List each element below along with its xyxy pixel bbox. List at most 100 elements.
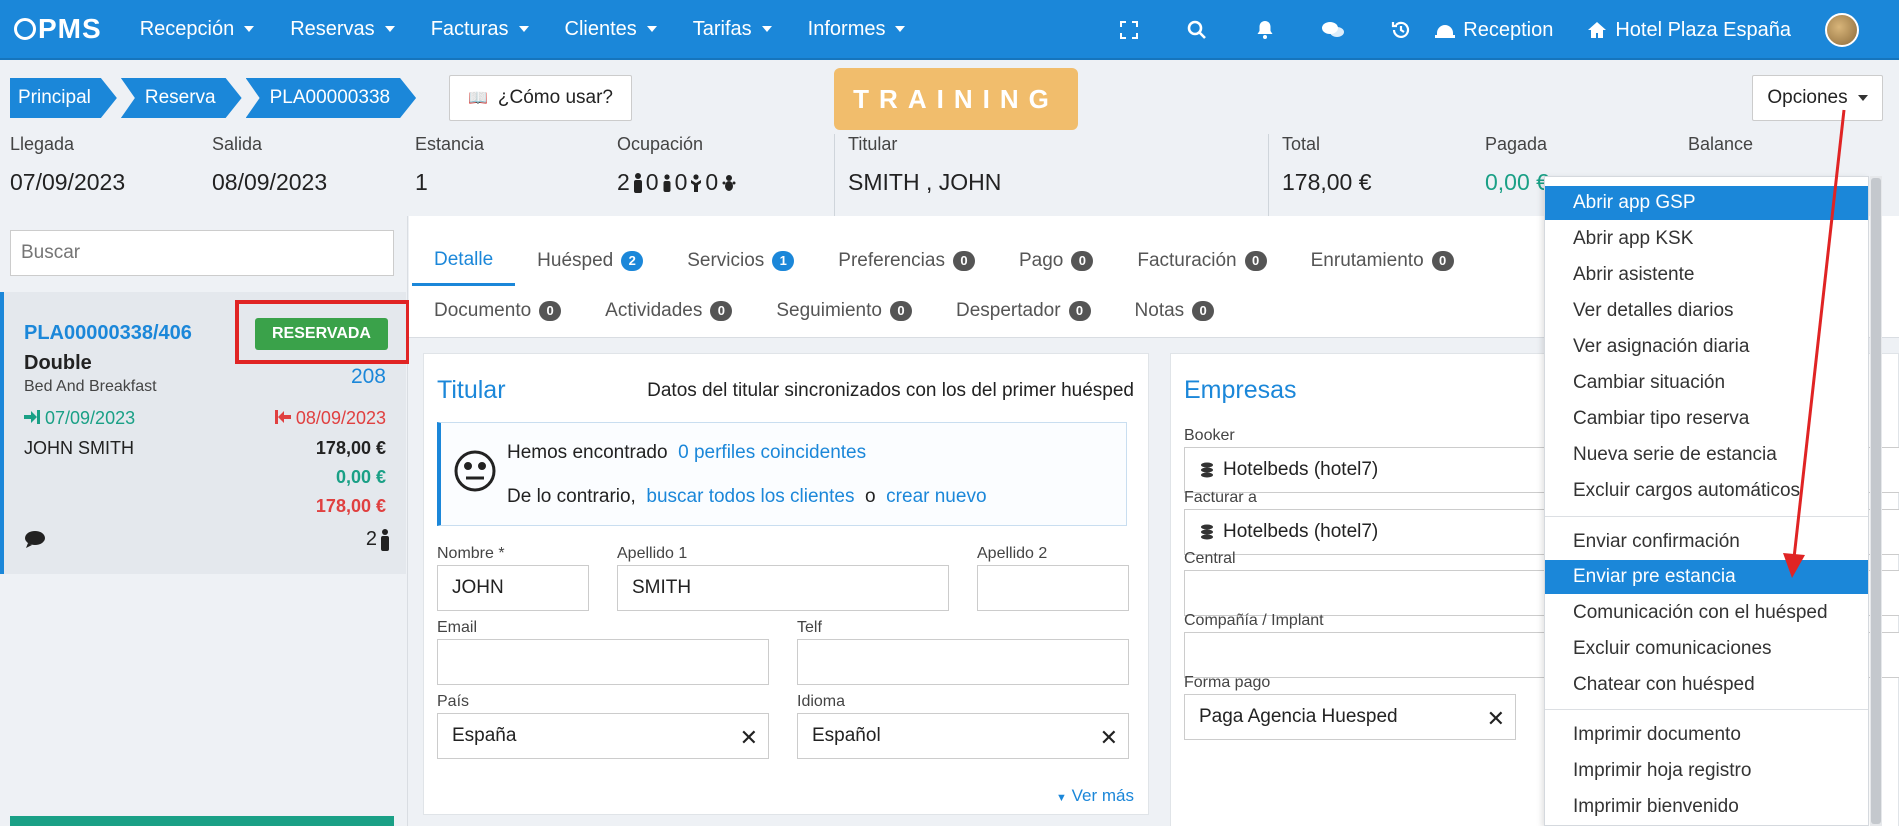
tab-preferencias[interactable]: Preferencias 0: [816, 236, 997, 286]
neutral-face-icon: [454, 450, 496, 492]
fullscreen-icon[interactable]: [1095, 0, 1163, 60]
search-icon[interactable]: [1163, 0, 1231, 60]
tab-count-badge: 0: [1244, 251, 1267, 271]
apellido2-label: Apellido 2: [977, 545, 1048, 562]
menu-recepcion[interactable]: Recepción: [140, 18, 255, 41]
menu-reservas[interactable]: Reservas: [290, 18, 395, 41]
summary-estancia: Estancia 1: [415, 134, 485, 195]
reservation-code[interactable]: PLA00000338/406: [24, 322, 192, 345]
matching-profiles-notice: Hemos encontrado 0 perfiles coincidentes…: [437, 422, 1127, 526]
apellido1-field[interactable]: SMITH: [617, 565, 949, 611]
tab-huesped[interactable]: Huésped 2: [515, 236, 665, 286]
tab-count-badge: 2: [621, 251, 644, 271]
options-button[interactable]: Opciones: [1752, 75, 1883, 121]
breadcrumb-reserva[interactable]: Reserva: [121, 78, 242, 118]
bottom-action-bar[interactable]: [10, 816, 394, 826]
bell-icon[interactable]: [1231, 0, 1299, 60]
menu-item-ver-detalles-diarios[interactable]: Ver detalles diarios: [1545, 294, 1868, 328]
tab-pago[interactable]: Pago 0: [997, 236, 1115, 286]
chat-icon[interactable]: [1299, 0, 1367, 60]
menu-item-cambiar-tipo-reserva[interactable]: Cambiar tipo reserva: [1545, 402, 1868, 436]
tab-servicios[interactable]: Servicios 1: [665, 236, 816, 286]
tab-count-badge: 0: [539, 301, 562, 321]
tab-detalle[interactable]: Detalle: [412, 236, 516, 286]
menu-item-chatear-huesped[interactable]: Chatear con huésped: [1545, 668, 1868, 702]
pais-select[interactable]: España ✕: [437, 713, 769, 759]
hotel-selector[interactable]: Hotel Plaza España: [1587, 19, 1791, 42]
search-input[interactable]: [10, 230, 394, 276]
history-icon[interactable]: [1367, 0, 1435, 60]
sign-out-icon: [274, 410, 291, 424]
nombre-field[interactable]: JOHN: [437, 565, 589, 611]
apellido2-field[interactable]: [977, 565, 1129, 611]
menu-item-enviar-confirmacion[interactable]: Enviar confirmación: [1545, 525, 1868, 559]
menu-item-ver-asignacion-diaria[interactable]: Ver asignación diaria: [1545, 330, 1868, 364]
create-new-link[interactable]: crear nuevo: [886, 486, 986, 507]
menu-item-enviar-pre-estancia[interactable]: Enviar pre estancia: [1545, 560, 1868, 594]
menu-tarifas[interactable]: Tarifas: [693, 18, 772, 41]
clear-icon[interactable]: ✕: [1100, 725, 1118, 751]
caret-down-icon: [646, 26, 657, 32]
menu-item-excluir-comunicaciones[interactable]: Excluir comunicaciones: [1545, 632, 1868, 666]
menu-item-comunicacion-huesped[interactable]: Comunicación con el huésped: [1545, 596, 1868, 630]
reservation-card[interactable]: PLA00000338/406 RESERVADA Double 208 Bed…: [0, 292, 410, 574]
summary-separator: [1268, 134, 1269, 216]
summary-salida: Salida 08/09/2023: [212, 134, 328, 195]
breadcrumb-reservation-code[interactable]: PLA00000338: [246, 78, 416, 118]
menu-facturas[interactable]: Facturas: [431, 18, 529, 41]
tab-count-badge: 0: [889, 301, 912, 321]
matching-profiles-link[interactable]: 0 perfiles coincidentes: [678, 442, 866, 463]
tab-facturacion[interactable]: Facturación 0: [1115, 236, 1288, 286]
baby-icon: [722, 174, 736, 191]
dropdown-scroll-thumb[interactable]: [1871, 178, 1881, 824]
guest-name: JOHN SMITH: [24, 438, 134, 458]
menu-item-imprimir-bienvenido[interactable]: Imprimir bienvenido: [1545, 790, 1868, 824]
child-icon: [691, 173, 702, 192]
tab-count-badge: 0: [710, 301, 733, 321]
tab-enrutamiento[interactable]: Enrutamiento 0: [1289, 236, 1476, 286]
empresas-title: Empresas: [1184, 376, 1297, 404]
menu-item-abrir-asistente[interactable]: Abrir asistente: [1545, 258, 1868, 292]
telf-field[interactable]: [797, 639, 1129, 685]
search-all-clients-link[interactable]: buscar todos los clientes: [646, 486, 854, 507]
idioma-select[interactable]: Español ✕: [797, 713, 1129, 759]
how-to-use-button[interactable]: 📖 ¿Cómo usar?: [449, 75, 632, 121]
amount-paid: 0,00 €: [335, 467, 386, 487]
tab-actividades[interactable]: Actividades 0: [583, 286, 754, 336]
menu-item-imprimir-hoja-registro[interactable]: Imprimir hoja registro: [1545, 754, 1868, 788]
clear-icon[interactable]: ✕: [740, 725, 758, 751]
menu-divider: [1545, 516, 1868, 517]
email-field[interactable]: [437, 639, 769, 685]
pms-logo[interactable]: PMS: [14, 13, 102, 45]
menu-item-excluir-cargos[interactable]: Excluir cargos automáticos: [1545, 474, 1868, 508]
tab-notas[interactable]: Notas 0: [1113, 286, 1237, 336]
booker-label: Booker: [1184, 427, 1235, 444]
menu-clientes[interactable]: Clientes: [565, 18, 657, 41]
summary-titular: Titular SMITH , JOHN: [848, 134, 1002, 195]
telf-label: Telf: [797, 619, 822, 636]
ver-mas-link[interactable]: ▼ Ver más: [1056, 786, 1134, 806]
compania-label: Compañía / Implant: [1184, 612, 1324, 629]
tab-seguimiento[interactable]: Seguimiento 0: [754, 286, 934, 336]
comment-icon[interactable]: [24, 530, 46, 553]
notice-line-1: Hemos encontrado 0 perfiles coincidentes: [507, 442, 867, 463]
menu-item-abrir-app-gsp[interactable]: Abrir app GSP: [1545, 186, 1868, 220]
menu-item-nueva-serie-estancia[interactable]: Nueva serie de estancia: [1545, 438, 1868, 472]
user-avatar[interactable]: [1825, 13, 1859, 47]
menu-item-cambiar-situacion[interactable]: Cambiar situación: [1545, 366, 1868, 400]
tab-count-badge: 1: [772, 251, 795, 271]
coins-icon: [1201, 524, 1213, 540]
tab-despertador[interactable]: Despertador 0: [934, 286, 1113, 336]
notice-line-2: De lo contrario, buscar todos los client…: [507, 486, 987, 507]
forma-pago-select[interactable]: Paga Agencia Huesped ✕: [1184, 694, 1516, 740]
menu-item-imprimir-documento[interactable]: Imprimir documento: [1545, 718, 1868, 752]
tab-documento[interactable]: Documento 0: [412, 286, 583, 336]
reception-button[interactable]: Reception: [1435, 19, 1553, 42]
clear-icon[interactable]: ✕: [1487, 706, 1505, 732]
reservation-list-panel: PLA00000338/406 RESERVADA Double 208 Bed…: [0, 216, 410, 826]
menu-informes[interactable]: Informes: [808, 18, 906, 41]
breadcrumb-principal[interactable]: Principal: [10, 78, 117, 118]
menu-item-abrir-app-ksk[interactable]: Abrir app KSK: [1545, 222, 1868, 256]
logo-icon: [14, 18, 36, 40]
tab-count-badge: 0: [1192, 301, 1215, 321]
